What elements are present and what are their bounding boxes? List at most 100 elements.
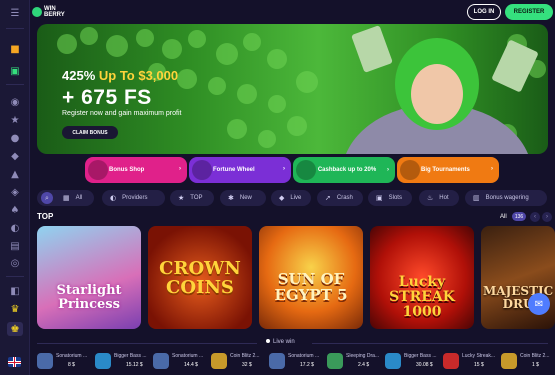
game-title: Starlight Princess	[56, 282, 122, 312]
chat-button[interactable]: ✉	[528, 293, 550, 315]
win-amount: 32 $	[242, 362, 252, 368]
game-tile[interactable]: SUN OF EGYPT 5	[259, 226, 363, 329]
win-amount: 2.4 $	[358, 362, 370, 368]
win-amount: 15 $	[474, 362, 484, 368]
crash-icon: ➚	[325, 194, 331, 202]
login-button[interactable]: LOG IN	[467, 4, 501, 20]
win-amount: 15.12 $	[126, 362, 143, 368]
win-game-name: Sonatorium ...	[56, 353, 88, 359]
hero-banner[interactable]: 425% Up To $3,000 + 675 FS Register now …	[37, 24, 548, 154]
register-button[interactable]: REGISTER	[505, 4, 553, 20]
win-amount: 17.2 $	[300, 362, 314, 368]
promo-label: Cashback up to 20%	[317, 167, 377, 173]
gamepad-icon[interactable]: ◆	[7, 149, 23, 163]
promo-fortune-wheel[interactable]: Fortune Wheel ›	[189, 157, 291, 183]
fortune-wheel-icon	[192, 160, 212, 180]
category-slots[interactable]: ▣ Slots	[368, 190, 412, 206]
promo-label: Fortune Wheel	[213, 167, 255, 173]
category-crash[interactable]: ➚ Crash	[317, 190, 363, 206]
game-thumbnail	[269, 353, 285, 369]
game-tile[interactable]: CROWN COINS	[148, 226, 252, 329]
chevron-right-icon: ›	[179, 166, 181, 172]
star-icon[interactable]: ★	[7, 113, 23, 127]
promo-big-tournaments[interactable]: Big Tournaments ›	[397, 157, 499, 183]
live-win-text: Live win	[273, 339, 295, 345]
chevron-right-icon: ›	[283, 166, 285, 172]
logo-icon	[32, 7, 42, 17]
category-new[interactable]: ✱ New	[220, 190, 266, 206]
scroll-right-button[interactable]: ›	[542, 212, 552, 222]
game-thumbnail	[153, 353, 169, 369]
dice-icon[interactable]: ◈	[7, 185, 23, 199]
category-label: Live	[290, 195, 302, 201]
chat-bubble-icon: ✉	[534, 298, 544, 310]
category-providers[interactable]: ◐ Providers	[102, 190, 165, 206]
game-thumbnail	[327, 353, 343, 369]
category-hot[interactable]: ♨ Hot	[419, 190, 459, 206]
promo-bonus-shop[interactable]: Bonus Shop ›	[85, 157, 187, 183]
win-game-name: Sonatorium ...	[172, 353, 204, 359]
promo-cashback[interactable]: Cashback up to 20% ›	[293, 157, 395, 183]
menu-icon[interactable]: ☰	[7, 6, 23, 20]
top-bar: WIN BERRY LOG IN REGISTER	[30, 0, 555, 24]
category-bonus-wagering[interactable]: ▥ Bonus wagering	[465, 190, 547, 206]
language-flag-icon[interactable]	[8, 357, 21, 367]
category-label: All	[75, 195, 83, 201]
category-label: New	[239, 195, 252, 201]
view-all-link[interactable]: All	[500, 214, 507, 220]
game-title: SUN OF EGYPT 5	[274, 269, 348, 304]
claim-bonus-button[interactable]: CLAIM BONUS	[62, 126, 118, 139]
category-live[interactable]: ◆ Live	[271, 190, 311, 206]
rocket-icon[interactable]: ▲	[7, 167, 23, 181]
tournaments-icon	[400, 160, 420, 180]
category-label: TOP	[190, 195, 203, 201]
bell-icon[interactable]: ◐	[7, 221, 23, 235]
bonus-icon: ▥	[473, 194, 480, 202]
sidebar-divider	[6, 276, 24, 277]
logo[interactable]: WIN BERRY	[32, 6, 70, 18]
game-thumbnail	[37, 353, 53, 369]
hero-bonus-amount: Up To $3,000	[98, 68, 179, 83]
page: ☰ ■ ▣ ◉ ★ ● ◆ ▲ ◈ ♠ ◐ ▤ ◎ ◧ ♛ ♚ WIN BERR…	[0, 0, 555, 375]
cards-icon[interactable]: ♠	[7, 203, 23, 217]
win-game-name: Sonatorium ...	[288, 353, 320, 359]
game-title: Lucky STREAK 1000	[389, 274, 455, 320]
win-game-name: Coin Blitz 2...	[520, 353, 550, 359]
live-dot-icon	[266, 339, 270, 344]
scroll-left-button[interactable]: ‹	[530, 212, 540, 222]
live-icon: ◆	[279, 194, 285, 202]
category-label: Providers	[122, 195, 148, 201]
trophy-icon[interactable]: ♛	[7, 302, 23, 316]
win-game-name: Bigger Bass ...	[404, 353, 437, 359]
calendar-icon[interactable]: ▣	[7, 64, 23, 78]
win-amount: 8 $	[68, 362, 75, 368]
promo-label: Big Tournaments	[421, 167, 470, 173]
trophy-cup-icon[interactable]: ♚	[7, 322, 23, 336]
table-icon[interactable]: ▤	[7, 239, 23, 253]
game-tile[interactable]: Lucky STREAK 1000	[370, 226, 474, 329]
providers-icon: ◐	[110, 194, 117, 202]
game-thumbnail	[501, 353, 517, 369]
flame-icon[interactable]: ●	[7, 131, 23, 145]
hero-bonus-headline: 425% Up To $3,000	[62, 68, 178, 83]
game-tile[interactable]: Starlight Princess	[37, 226, 141, 329]
chat-icon[interactable]: ◧	[7, 284, 23, 298]
coins-icon[interactable]: ◉	[7, 95, 23, 109]
hero-subtitle: Register now and gain maximum profit	[62, 110, 182, 117]
star-icon: ★	[178, 194, 185, 202]
promo-label: Bonus Shop	[109, 167, 145, 173]
chevron-right-icon: ›	[491, 166, 493, 172]
gift-icon[interactable]: ■	[7, 42, 23, 56]
win-game-name: Lucky Streak...	[462, 353, 496, 359]
support-icon[interactable]: ◎	[7, 256, 23, 270]
category-top[interactable]: ★ TOP	[170, 190, 214, 206]
cashback-icon	[296, 160, 316, 180]
win-game-name: Bigger Bass ...	[114, 353, 147, 359]
bonus-shop-icon	[88, 160, 108, 180]
search-icon[interactable]: ⌕	[41, 192, 53, 204]
category-all[interactable]: ⌕ ▦ All	[37, 190, 94, 206]
slots-icon: ▣	[376, 194, 383, 202]
live-win-item[interactable]: Coin Blitz 2... 1 $	[501, 352, 555, 370]
grid-icon: ▦	[63, 194, 70, 202]
section-title-top: TOP	[37, 212, 54, 221]
